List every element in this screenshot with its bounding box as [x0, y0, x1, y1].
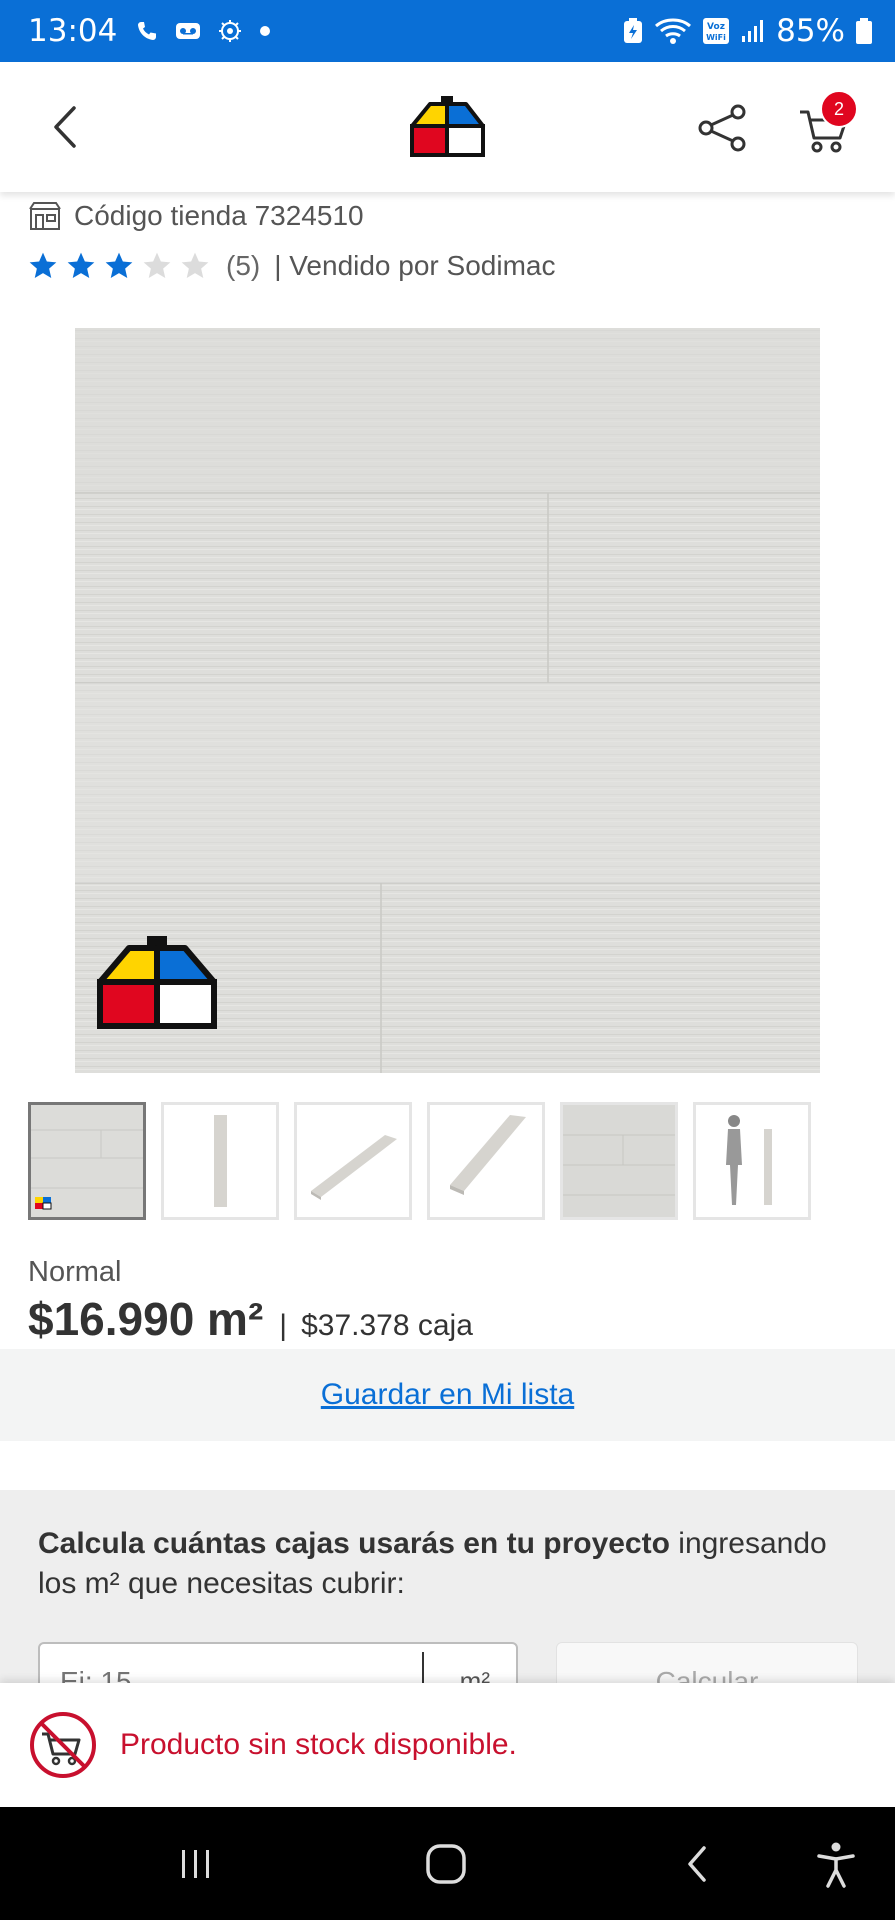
save-list-bar: Guardar en Mi lista [0, 1349, 895, 1441]
seller-text: | Vendido por Sodimac [274, 250, 556, 281]
thumbnail-2[interactable] [161, 1102, 279, 1220]
thumbnail-3[interactable] [294, 1102, 412, 1220]
voz-wifi-icon: Voz WiFi [702, 17, 730, 45]
calculator-bold-text: Calcula cuántas cajas usarás en tu proye… [38, 1527, 670, 1560]
rating-count[interactable]: (5) [226, 250, 260, 282]
settings-bug-icon [217, 18, 243, 44]
back-button[interactable] [46, 102, 86, 152]
star-filled-icon [105, 252, 133, 278]
wifi-icon [654, 17, 692, 45]
svg-text:WiFi: WiFi [706, 33, 726, 42]
phone-icon [135, 19, 159, 43]
price-separator: | [279, 1309, 288, 1342]
price-row: $16.990 m² | $37.378 caja [28, 1292, 473, 1346]
star-filled-icon [29, 252, 57, 278]
star-filled-icon [67, 252, 95, 278]
accessibility-icon [817, 1842, 855, 1888]
nav-back-button[interactable] [668, 1837, 728, 1891]
status-bar: 13:04 Voz WiFi 85% [0, 0, 895, 62]
accessibility-button[interactable] [806, 1837, 866, 1891]
thumbnail-1[interactable] [28, 1102, 146, 1220]
dot-icon [259, 25, 271, 37]
status-time: 13:04 [28, 13, 118, 49]
price-per-m2: $16.990 m² [28, 1293, 264, 1345]
share-icon [698, 104, 746, 152]
rating-stars [26, 250, 212, 282]
sodimac-logo[interactable] [408, 96, 486, 158]
no-stock-cart-icon [30, 1712, 96, 1778]
rating-row[interactable]: (5) | Vendido por Sodimac [26, 250, 555, 282]
app-header: 2 [0, 62, 895, 192]
battery-percentage: 85% [776, 13, 845, 49]
thumbnail-6[interactable] [693, 1102, 811, 1220]
store-icon [29, 202, 61, 230]
out-of-stock-message: Producto sin stock disponible. [120, 1728, 517, 1761]
back-icon [54, 106, 76, 148]
thumbnail-strip [28, 1102, 811, 1220]
home-button[interactable] [416, 1837, 476, 1891]
recent-apps-button[interactable] [166, 1837, 226, 1891]
price-per-box: $37.378 caja [301, 1309, 473, 1342]
voicemail-icon [175, 21, 201, 41]
price-label: Normal [28, 1256, 122, 1288]
svg-text:Voz: Voz [707, 22, 725, 32]
star-empty-icon [181, 252, 209, 278]
nav-back-icon [688, 1846, 706, 1882]
out-of-stock-banner: Producto sin stock disponible. [0, 1683, 895, 1807]
calculator-description: Calcula cuántas cajas usarás en tu proye… [38, 1524, 868, 1604]
share-button[interactable] [694, 100, 750, 156]
recent-apps-icon [182, 1850, 209, 1878]
store-code-text: Código tienda 7324510 [74, 200, 364, 231]
save-to-list-link[interactable]: Guardar en Mi lista [321, 1378, 574, 1412]
battery-icon [855, 17, 873, 45]
cart-count-badge: 2 [820, 90, 858, 128]
star-empty-icon [143, 252, 171, 278]
signal-icon [740, 18, 766, 44]
thumbnail-4[interactable] [427, 1102, 545, 1220]
store-code: Código tienda 7324510 [28, 200, 364, 232]
system-nav-bar [0, 1807, 895, 1920]
image-watermark-logo [95, 936, 219, 1030]
product-main-image[interactable] [75, 328, 820, 1073]
battery-saver-icon [622, 17, 644, 45]
thumbnail-5[interactable] [560, 1102, 678, 1220]
home-icon [426, 1844, 466, 1884]
